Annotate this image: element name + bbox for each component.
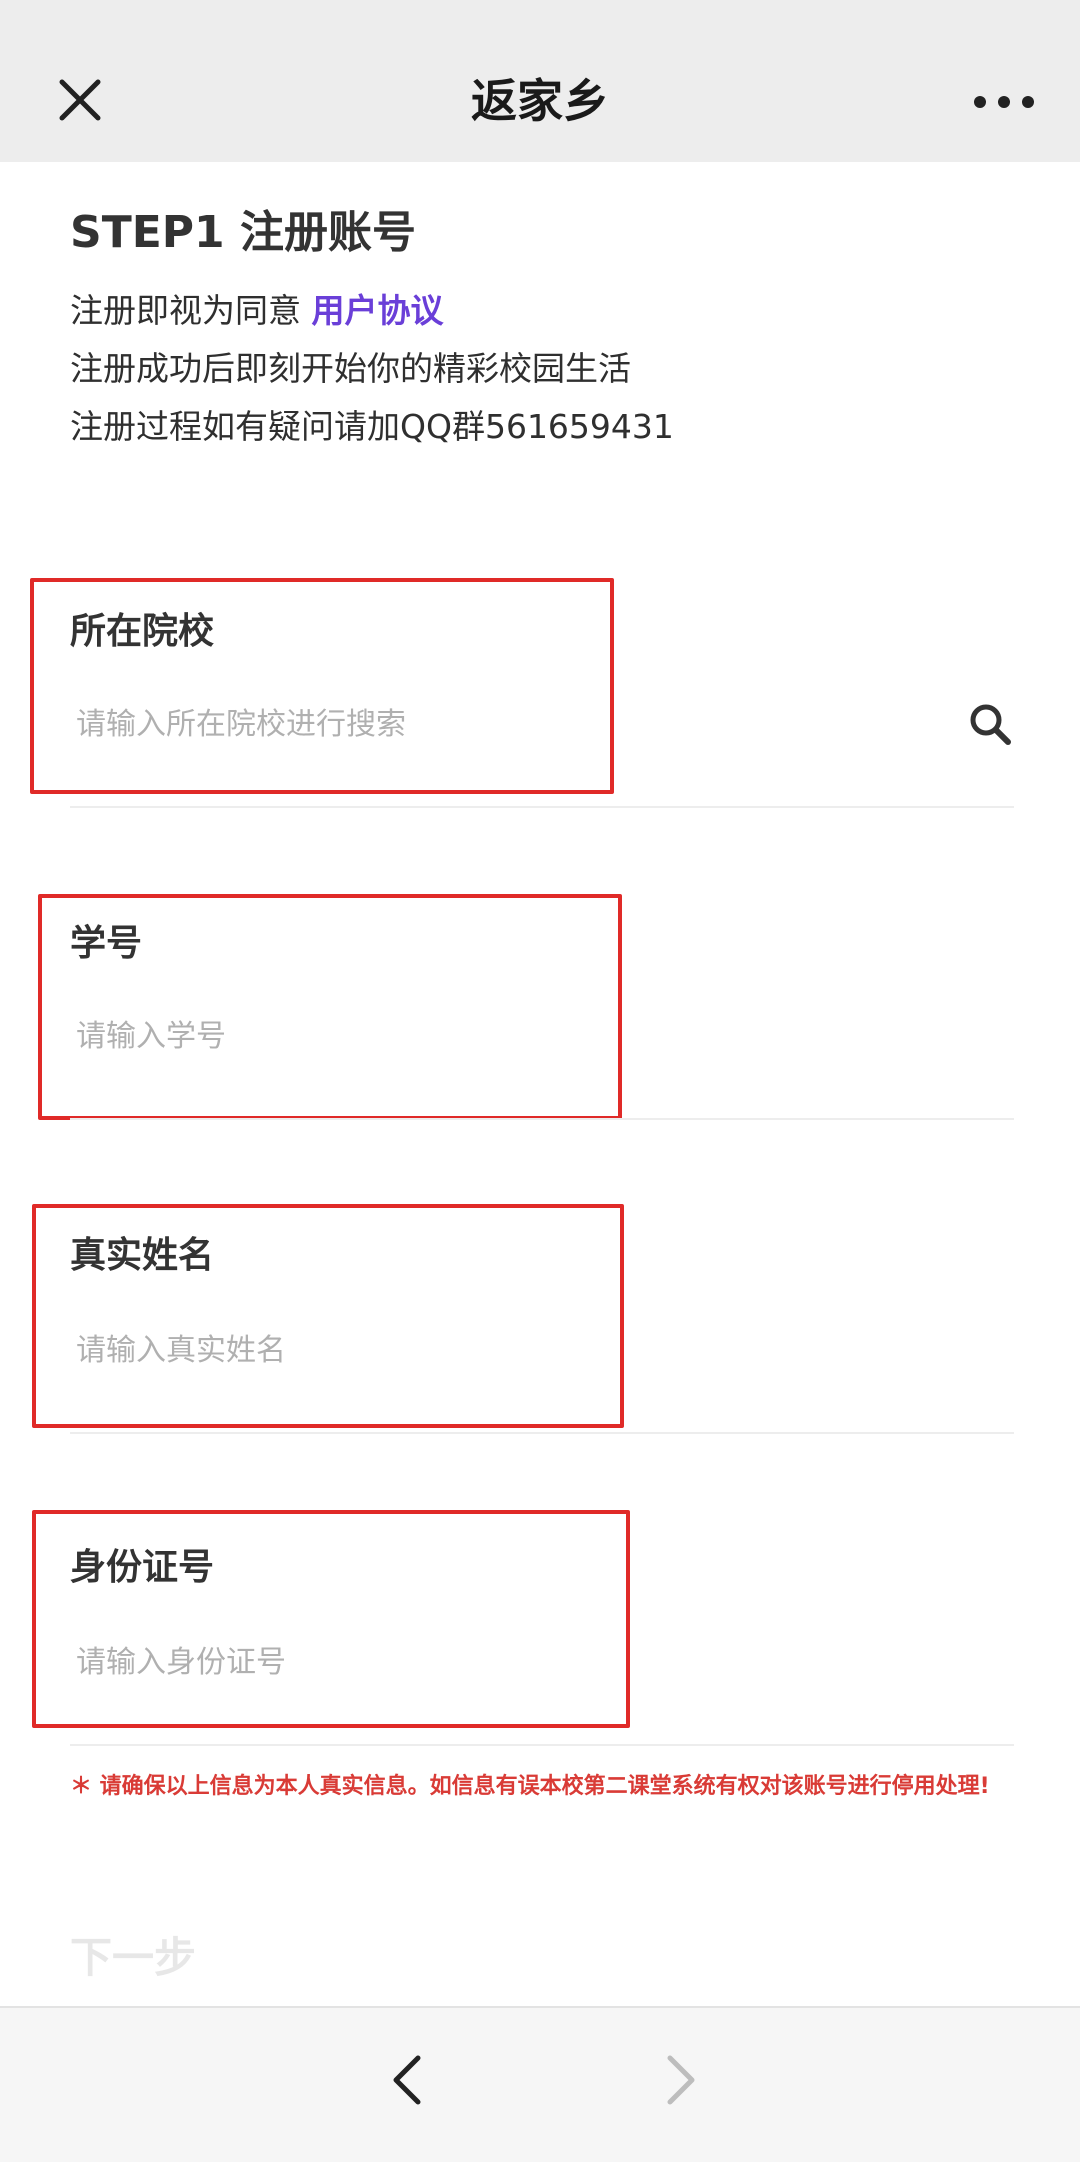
step-title: STEP1 注册账号	[70, 207, 416, 258]
id-number-underline	[70, 1744, 1014, 1746]
id-number-label: 身份证号	[70, 1547, 215, 1588]
search-icon	[970, 704, 1011, 745]
forward-arrow-icon	[667, 2055, 695, 2105]
user-agreement-link[interactable]: 用户协议	[312, 291, 444, 330]
forward-button[interactable]	[652, 2048, 708, 2112]
next-step-button[interactable]: 下一步	[70, 1924, 196, 1985]
student-id-underline	[70, 1118, 1014, 1120]
school-label: 所在院校	[70, 611, 215, 652]
real-name-label: 真实姓名	[70, 1235, 215, 1276]
intro-line-2: 注册成功后即刻开始你的精彩校园生活	[70, 349, 631, 388]
search-button[interactable]	[966, 700, 1014, 748]
student-id-input[interactable]	[70, 1004, 942, 1068]
school-underline	[70, 806, 1014, 808]
bottom-nav-bar	[0, 2006, 1080, 2162]
school-search-input[interactable]	[70, 692, 942, 756]
agreement-prefix: 注册即视为同意	[70, 291, 301, 330]
more-dots-icon	[974, 96, 1034, 108]
back-button[interactable]	[380, 2048, 436, 2112]
agreement-line: 注册即视为同意 用户协议	[70, 284, 444, 332]
id-number-input[interactable]	[70, 1630, 942, 1694]
page-title: 返家乡	[471, 74, 609, 128]
back-arrow-icon	[393, 2055, 421, 2105]
student-id-label: 学号	[70, 923, 143, 964]
intro-line-3: 注册过程如有疑问请加QQ群561659431	[70, 407, 674, 446]
more-button[interactable]	[964, 78, 1044, 126]
real-name-input[interactable]	[70, 1318, 942, 1382]
real-name-underline	[70, 1432, 1014, 1434]
info-notice: ＊ 请确保以上信息为本人真实信息。如信息有误本校第二课堂系统有权对该账号进行停用…	[70, 1774, 990, 1799]
